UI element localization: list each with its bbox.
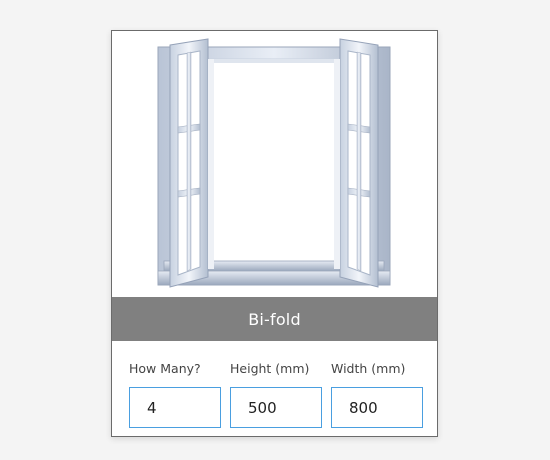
quantity-dimension-fields: How Many? Height (mm) Width (mm) xyxy=(112,341,437,436)
how-many-input[interactable] xyxy=(129,387,221,428)
open-window-icon xyxy=(157,38,391,288)
page: Bi-fold How Many? Height (mm) Width (mm) xyxy=(0,0,550,460)
product-card: Bi-fold How Many? Height (mm) Width (mm) xyxy=(111,30,438,437)
product-title: Bi-fold xyxy=(112,297,437,341)
height-label: Height (mm) xyxy=(230,361,310,376)
width-input[interactable] xyxy=(331,387,423,428)
product-image xyxy=(112,31,437,297)
height-input[interactable] xyxy=(230,387,322,428)
how-many-label: How Many? xyxy=(129,361,201,376)
width-label: Width (mm) xyxy=(331,361,406,376)
